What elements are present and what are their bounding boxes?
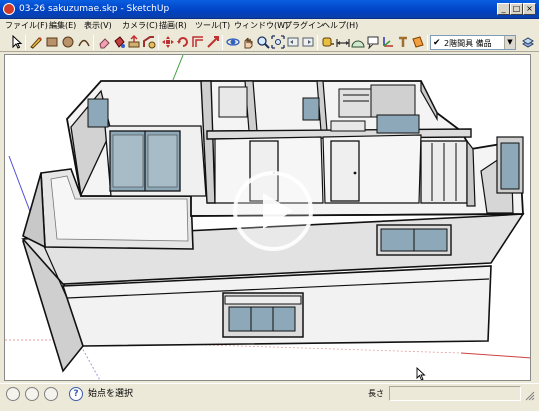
menu-window[interactable]: ウィンドウ(W) bbox=[234, 20, 288, 32]
sketchup-app-icon bbox=[3, 3, 15, 15]
toolbar-separator bbox=[158, 35, 159, 50]
menu-camera[interactable]: カメラ(C) bbox=[122, 20, 158, 32]
sketchup-window: 03-26 sakuzumae.skp - SketchUp _ □ × ファイ… bbox=[0, 0, 539, 411]
measurements-label: 長さ bbox=[368, 389, 384, 398]
protractor-icon[interactable] bbox=[351, 35, 365, 49]
move-icon[interactable] bbox=[161, 35, 175, 49]
window-title: 03-26 sakuzumae.skp - SketchUp bbox=[19, 4, 170, 14]
toolbar-separator bbox=[25, 35, 26, 50]
toolbar-separator bbox=[317, 35, 318, 50]
menu-draw[interactable]: 描画(R) bbox=[159, 20, 187, 32]
play-icon[interactable] bbox=[231, 169, 315, 253]
scale-icon[interactable] bbox=[206, 35, 220, 49]
eraser-icon[interactable] bbox=[97, 35, 111, 49]
menu-help[interactable]: ヘルプ(H) bbox=[322, 20, 358, 32]
credits-icon[interactable] bbox=[25, 387, 39, 401]
menu-view[interactable]: 表示(V) bbox=[84, 20, 112, 32]
dimension-icon[interactable] bbox=[336, 35, 350, 49]
zoom-icon[interactable] bbox=[256, 35, 270, 49]
push-pull-icon[interactable] bbox=[127, 35, 141, 49]
status-hint: 始点を選択 bbox=[88, 389, 134, 399]
menu-tools[interactable]: ツール(T) bbox=[195, 20, 230, 32]
text-icon[interactable] bbox=[366, 35, 380, 49]
toolbar-separator bbox=[93, 35, 94, 50]
user-icon[interactable] bbox=[44, 387, 58, 401]
menu-bar: ファイル(F) 編集(E) 表示(V) カメラ(C) 描画(R) ツール(T) … bbox=[0, 19, 539, 33]
circle-icon[interactable] bbox=[61, 35, 75, 49]
chevron-down-icon[interactable]: ▼ bbox=[504, 36, 515, 49]
title-bar[interactable]: 03-26 sakuzumae.skp - SketchUp _ □ × bbox=[0, 0, 539, 19]
menu-file[interactable]: ファイル(F) bbox=[5, 20, 48, 32]
menu-plugins[interactable]: プラグイン bbox=[284, 20, 324, 32]
pan-icon[interactable] bbox=[241, 35, 255, 49]
layer-manager-icon[interactable] bbox=[521, 35, 535, 49]
layer-select[interactable]: ✔ 2階間具 備品 ▼ bbox=[430, 35, 516, 50]
resize-grip-icon[interactable] bbox=[524, 390, 535, 401]
tape-measure-icon[interactable] bbox=[321, 35, 335, 49]
measurements-input[interactable] bbox=[389, 386, 521, 401]
mouse-cursor-icon bbox=[416, 367, 426, 380]
maximize-button[interactable]: □ bbox=[510, 3, 523, 15]
toolbar-separator bbox=[427, 35, 428, 50]
geo-location-icon[interactable] bbox=[6, 387, 20, 401]
layer-active-check-icon: ✔ bbox=[433, 38, 441, 48]
paint-bucket-icon[interactable] bbox=[112, 35, 126, 49]
minimize-button[interactable]: _ bbox=[497, 3, 510, 15]
rotate-icon[interactable] bbox=[176, 35, 190, 49]
arc-icon[interactable] bbox=[77, 35, 91, 49]
help-icon[interactable]: ? bbox=[69, 387, 83, 401]
rectangle-icon[interactable] bbox=[45, 35, 59, 49]
axes-icon[interactable] bbox=[381, 35, 395, 49]
layer-name: 2階間具 備品 bbox=[444, 39, 492, 48]
next-view-icon[interactable] bbox=[301, 35, 315, 49]
previous-view-icon[interactable] bbox=[286, 35, 300, 49]
toolbar-separator bbox=[222, 35, 223, 50]
orbit-icon[interactable] bbox=[226, 35, 240, 49]
section-plane-icon[interactable] bbox=[411, 35, 425, 49]
zoom-extents-icon[interactable] bbox=[271, 35, 285, 49]
model-viewport[interactable] bbox=[4, 54, 531, 381]
follow-me-icon[interactable] bbox=[142, 35, 156, 49]
status-bar: ? 始点を選択 長さ bbox=[0, 383, 539, 403]
pencil-icon[interactable] bbox=[29, 35, 43, 49]
3d-text-icon[interactable] bbox=[396, 35, 410, 49]
close-button[interactable]: × bbox=[523, 3, 536, 15]
select-icon[interactable] bbox=[9, 35, 23, 49]
offset-icon[interactable] bbox=[191, 35, 205, 49]
menu-edit[interactable]: 編集(E) bbox=[49, 20, 76, 32]
